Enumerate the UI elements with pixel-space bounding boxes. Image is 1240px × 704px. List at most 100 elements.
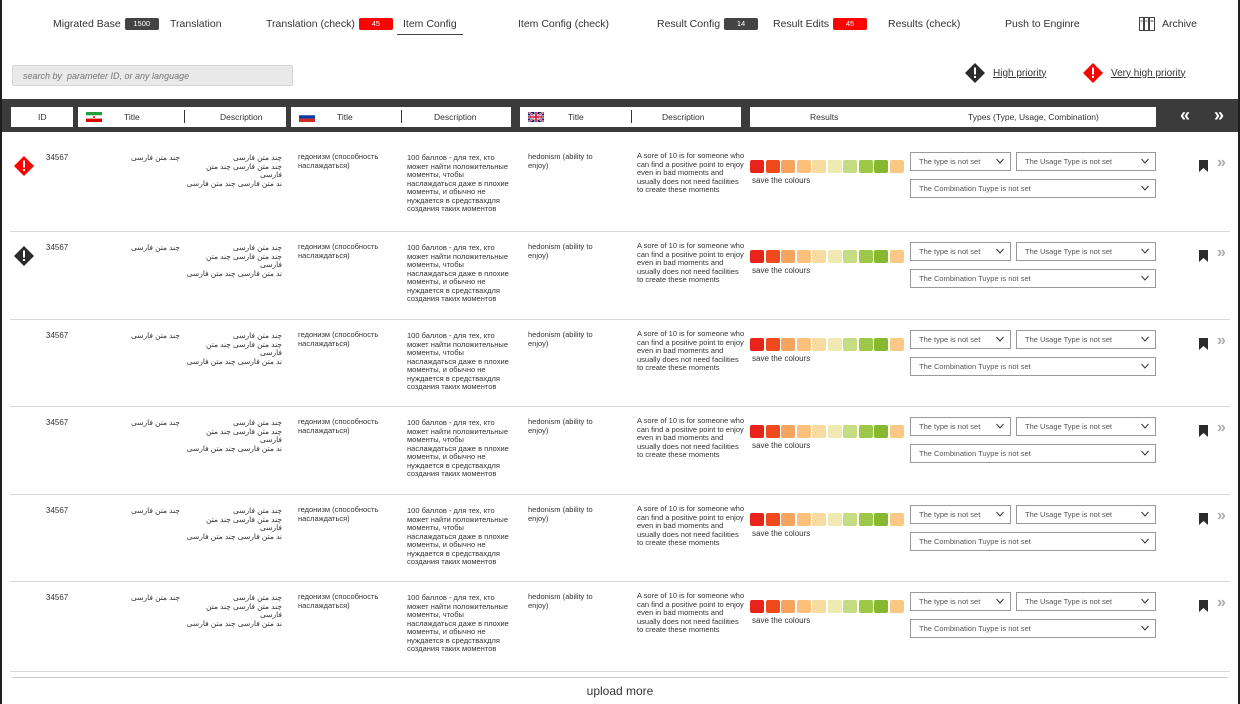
tab-item-config-check[interactable]: Item Config (check) xyxy=(518,14,609,34)
colour-swatch[interactable] xyxy=(827,425,842,438)
bookmark-icon[interactable] xyxy=(1199,250,1208,262)
colour-swatch[interactable] xyxy=(781,338,795,351)
bookmark-icon[interactable] xyxy=(1199,338,1208,350)
colour-swatch[interactable] xyxy=(812,160,826,173)
combination-type-select[interactable]: The Combination Tuype is not set xyxy=(910,532,1156,551)
colour-swatch[interactable] xyxy=(796,600,811,613)
colour-swatch[interactable] xyxy=(889,425,904,438)
next-page-button[interactable]: » xyxy=(1214,106,1224,124)
tab-translation-check[interactable]: Translation (check) 45 xyxy=(266,14,393,34)
colour-swatch[interactable] xyxy=(750,513,764,526)
save-colours-link[interactable]: save the colours xyxy=(752,266,810,275)
colour-swatch[interactable] xyxy=(765,425,780,438)
colour-swatch[interactable] xyxy=(874,338,888,351)
colour-swatch[interactable] xyxy=(796,250,811,263)
save-colours-link[interactable]: save the colours xyxy=(752,354,810,363)
colour-swatch[interactable] xyxy=(750,160,764,173)
colour-swatch[interactable] xyxy=(874,513,888,526)
legend-very-high-priority[interactable]: Very high priority xyxy=(1083,63,1185,83)
combination-type-select[interactable]: The Combination Tuype is not set xyxy=(910,269,1156,288)
combination-type-select[interactable]: The Combination Tuype is not set xyxy=(910,444,1156,463)
colour-swatch[interactable] xyxy=(796,338,811,351)
type-select[interactable]: The type is not set xyxy=(910,505,1011,524)
colour-swatch[interactable] xyxy=(781,250,795,263)
colour-swatch[interactable] xyxy=(858,513,873,526)
tab-result-config[interactable]: Result Config 14 xyxy=(657,14,759,34)
tab-translation[interactable]: Translation xyxy=(170,14,222,34)
colour-swatch[interactable] xyxy=(874,425,888,438)
colour-swatch[interactable] xyxy=(889,250,904,263)
type-select[interactable]: The type is not set xyxy=(910,417,1011,436)
usage-type-select[interactable]: The Usage Type is not set xyxy=(1016,242,1156,261)
colour-swatch[interactable] xyxy=(843,513,857,526)
colour-swatch[interactable] xyxy=(750,338,764,351)
colour-swatch[interactable] xyxy=(858,250,873,263)
tab-push-to-engine[interactable]: Push to Enginre xyxy=(1005,14,1080,34)
combination-type-select[interactable]: The Combination Tuype is not set xyxy=(910,619,1156,638)
colour-swatch[interactable] xyxy=(858,338,873,351)
colour-swatch[interactable] xyxy=(781,160,795,173)
usage-type-select[interactable]: The Usage Type is not set xyxy=(1016,330,1156,349)
bookmark-icon[interactable] xyxy=(1199,160,1208,172)
tab-results-check[interactable]: Results (check) xyxy=(888,14,960,34)
colour-swatch[interactable] xyxy=(889,513,904,526)
usage-type-select[interactable]: The Usage Type is not set xyxy=(1016,592,1156,611)
type-select[interactable]: The type is not set xyxy=(910,592,1011,611)
colour-swatch[interactable] xyxy=(796,425,811,438)
colour-swatch[interactable] xyxy=(781,513,795,526)
colour-swatch[interactable] xyxy=(827,338,842,351)
type-select[interactable]: The type is not set xyxy=(910,152,1011,171)
colour-swatch[interactable] xyxy=(827,160,842,173)
open-item-button[interactable]: » xyxy=(1217,155,1226,171)
colour-swatch[interactable] xyxy=(843,600,857,613)
colour-swatch[interactable] xyxy=(874,250,888,263)
colour-swatch[interactable] xyxy=(827,250,842,263)
save-colours-link[interactable]: save the colours xyxy=(752,176,810,185)
archive-link[interactable]: Archive xyxy=(1139,14,1197,34)
tab-item-config[interactable]: Item Config xyxy=(397,14,463,35)
colour-swatch[interactable] xyxy=(765,160,780,173)
colour-swatch[interactable] xyxy=(765,513,780,526)
colour-swatch[interactable] xyxy=(858,600,873,613)
colour-swatch[interactable] xyxy=(812,425,826,438)
colour-swatch[interactable] xyxy=(750,425,764,438)
colour-swatch[interactable] xyxy=(889,338,904,351)
colour-swatch[interactable] xyxy=(765,250,780,263)
bookmark-icon[interactable] xyxy=(1199,600,1208,612)
open-item-button[interactable]: » xyxy=(1217,420,1226,436)
combination-type-select[interactable]: The Combination Tuype is not set xyxy=(910,179,1156,198)
colour-swatch[interactable] xyxy=(796,513,811,526)
colour-swatch[interactable] xyxy=(889,160,904,173)
bookmark-icon[interactable] xyxy=(1199,425,1208,437)
upload-more-button[interactable]: upload more xyxy=(12,677,1228,698)
bookmark-icon[interactable] xyxy=(1199,513,1208,525)
colour-swatch[interactable] xyxy=(750,250,764,263)
colour-swatch[interactable] xyxy=(781,425,795,438)
colour-swatch[interactable] xyxy=(750,600,764,613)
open-item-button[interactable]: » xyxy=(1217,245,1226,261)
colour-swatch[interactable] xyxy=(812,338,826,351)
colour-swatch[interactable] xyxy=(796,160,811,173)
colour-swatch[interactable] xyxy=(858,160,873,173)
colour-swatch[interactable] xyxy=(843,160,857,173)
combination-type-select[interactable]: The Combination Tuype is not set xyxy=(910,357,1156,376)
colour-swatch[interactable] xyxy=(843,338,857,351)
colour-swatch[interactable] xyxy=(874,600,888,613)
prev-page-button[interactable]: « xyxy=(1180,106,1190,124)
colour-swatch[interactable] xyxy=(874,160,888,173)
type-select[interactable]: The type is not set xyxy=(910,330,1011,349)
usage-type-select[interactable]: The Usage Type is not set xyxy=(1016,505,1156,524)
colour-swatch[interactable] xyxy=(781,600,795,613)
open-item-button[interactable]: » xyxy=(1217,595,1226,611)
colour-swatch[interactable] xyxy=(812,250,826,263)
colour-swatch[interactable] xyxy=(889,600,904,613)
colour-swatch[interactable] xyxy=(858,425,873,438)
search-input[interactable] xyxy=(12,65,293,86)
colour-swatch[interactable] xyxy=(765,338,780,351)
colour-swatch[interactable] xyxy=(765,600,780,613)
tab-result-edits[interactable]: Result Edits 45 xyxy=(773,14,868,34)
open-item-button[interactable]: » xyxy=(1217,508,1226,524)
save-colours-link[interactable]: save the colours xyxy=(752,441,810,450)
colour-swatch[interactable] xyxy=(812,513,826,526)
open-item-button[interactable]: » xyxy=(1217,333,1226,349)
